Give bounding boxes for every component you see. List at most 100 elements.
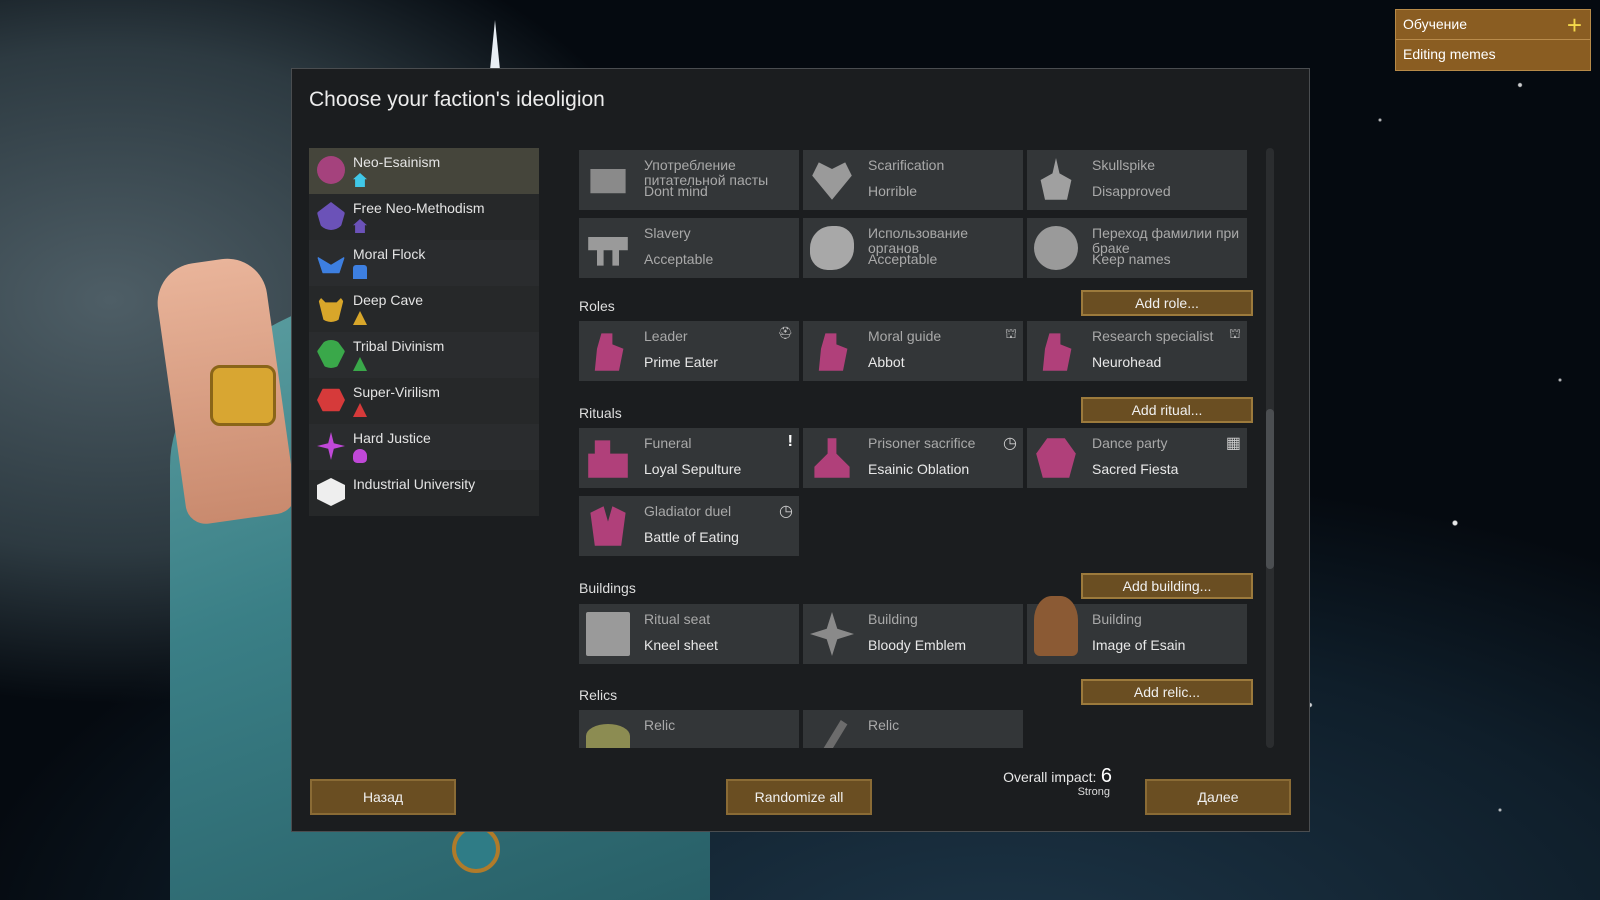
faction-item[interactable]: Neo-Esainism [309,148,539,194]
back-button[interactable]: Назад [310,779,456,815]
leader-icon [594,333,624,371]
building-card[interactable]: Building Bloody Emblem [803,604,1023,664]
faction-item[interactable]: Hard Justice [309,424,539,470]
organs-icon [810,226,854,270]
ideo-content-scroll[interactable]: Употребление питательной пасты Dont mind… [579,148,1259,748]
nutrient-paste-icon [590,169,626,194]
plus-icon[interactable]: + [1567,12,1582,38]
tent-mark-icon [353,403,367,417]
tutor-panel: Обучение Editing memes + [1395,9,1591,71]
overall-impact: Overall impact: 6 Strong [992,765,1112,798]
ritual-card[interactable]: Dance party Sacred Fiesta ▦ [1027,428,1247,488]
ideo-icon [317,256,345,274]
add-building-button[interactable]: Add building... [1081,573,1253,599]
calendar-icon: ▦ [1225,435,1241,452]
shackles-icon [588,237,628,266]
faction-name: Free Neo-Methodism [353,200,485,216]
precept-value: Keep names [1092,251,1171,267]
add-role-button[interactable]: Add role... [1081,290,1253,316]
faction-item[interactable]: Deep Cave [309,286,539,332]
ritual-value: Esainic Oblation [868,461,970,477]
apparel-icon: ⛫ [1005,326,1017,341]
house-mark-icon [353,173,367,187]
precept-title: Skullspike [1092,157,1156,173]
relic-weapon-icon [816,720,848,748]
ship-spire-art [490,20,500,70]
faction-item[interactable]: Tribal Divinism [309,332,539,378]
precept-card[interactable]: Переход фамилии при браке Keep names [1027,218,1247,278]
building-title: Building [1092,611,1142,627]
tent-mark-icon [353,357,367,371]
randomize-all-button[interactable]: Randomize all [726,779,872,815]
impact-value: 6 [1100,765,1112,787]
skullspike-icon [1040,158,1072,200]
precept-card[interactable]: Scarification Horrible [803,150,1023,210]
precept-value: Dont mind [644,183,708,199]
impact-desc: Strong [1077,786,1110,798]
cube-icon [317,478,345,506]
ideo-icon [317,156,345,184]
gladiator-duel-icon [590,506,626,546]
ritual-card[interactable]: Prisoner sacrifice Esainic Oblation ◷ [803,428,1023,488]
tutor-item-editing-memes[interactable]: Editing memes [1396,40,1590,69]
precept-card[interactable]: Skullspike Disapproved [1027,150,1247,210]
add-ritual-button[interactable]: Add ritual... [1081,397,1253,423]
moral-guide-icon [818,333,848,371]
role-value: Neurohead [1092,354,1162,370]
tutor-item-learning[interactable]: Обучение [1396,10,1590,40]
precept-value: Disapproved [1092,183,1171,199]
warning-icon: ! [787,433,793,450]
roles-heading: Roles [579,298,615,314]
next-button[interactable]: Далее [1145,779,1291,815]
apparel-icon: ⛫ [1229,326,1241,341]
ideo-icon [317,294,345,322]
faction-item[interactable]: Moral Flock [309,240,539,286]
role-card[interactable]: Leader Prime Eater ⛑ [579,321,799,381]
role-card[interactable]: Research specialist Neurohead ⛫ [1027,321,1247,381]
building-value: Bloody Emblem [868,637,967,653]
building-title: Ritual seat [644,611,711,627]
faction-item[interactable]: Free Neo-Methodism [309,194,539,240]
buildings-heading: Buildings [579,580,636,596]
scrollbar-thumb[interactable] [1266,409,1274,569]
faction-name: Industrial University [353,476,476,492]
emblem-icon [810,612,854,656]
ritual-title: Funeral [644,435,692,451]
precept-card[interactable]: Slavery Acceptable [579,218,799,278]
faction-item[interactable]: Industrial University [309,470,539,516]
ritual-card[interactable]: Gladiator duel Battle of Eating ◷ [579,496,799,556]
ritual-value: Loyal Sepulture [644,461,742,477]
building-card[interactable]: Ritual seat Kneel sheet [579,604,799,664]
faction-name: Moral Flock [353,246,426,262]
tent-mark-icon [353,311,367,325]
faction-name: Tribal Divinism [353,338,445,354]
precept-card[interactable]: Употребление питательной пасты Dont mind [579,150,799,210]
role-card[interactable]: Moral guide Abbot ⛫ [803,321,1023,381]
clock-icon: ◷ [779,503,793,520]
add-relic-button[interactable]: Add relic... [1081,679,1253,705]
scarred-heart-icon [812,162,852,200]
precept-value: Horrible [868,183,918,199]
ideo-icon [317,388,345,412]
ritual-value: Sacred Fiesta [1092,461,1179,477]
dance-party-icon [1036,438,1076,478]
clock-icon: ◷ [1003,435,1017,452]
relic-card[interactable]: Relic [803,710,1023,748]
skull-mark-icon [353,449,367,463]
precept-value: Acceptable [868,251,938,267]
ritual-value: Battle of Eating [644,529,739,545]
ritual-card[interactable]: Funeral Loyal Sepulture ! [579,428,799,488]
precept-card[interactable]: Использование органов Acceptable [803,218,1023,278]
faction-name: Super-Virilism [353,384,440,400]
relics-heading: Relics [579,687,618,703]
ideoligion-dialog: Choose your faction's ideoligion Neo-Esa… [291,68,1310,832]
building-title: Building [868,611,918,627]
faction-item[interactable]: Super-Virilism [309,378,539,424]
dialog-title: Choose your faction's ideoligion [309,88,605,111]
gold-bracelet-art [210,365,276,426]
relic-helmet-icon [586,724,630,748]
building-card[interactable]: Building Image of Esain [1027,596,1247,664]
relic-card[interactable]: Relic [579,710,799,748]
ritual-title: Dance party [1092,435,1168,451]
building-value: Kneel sheet [644,637,718,653]
